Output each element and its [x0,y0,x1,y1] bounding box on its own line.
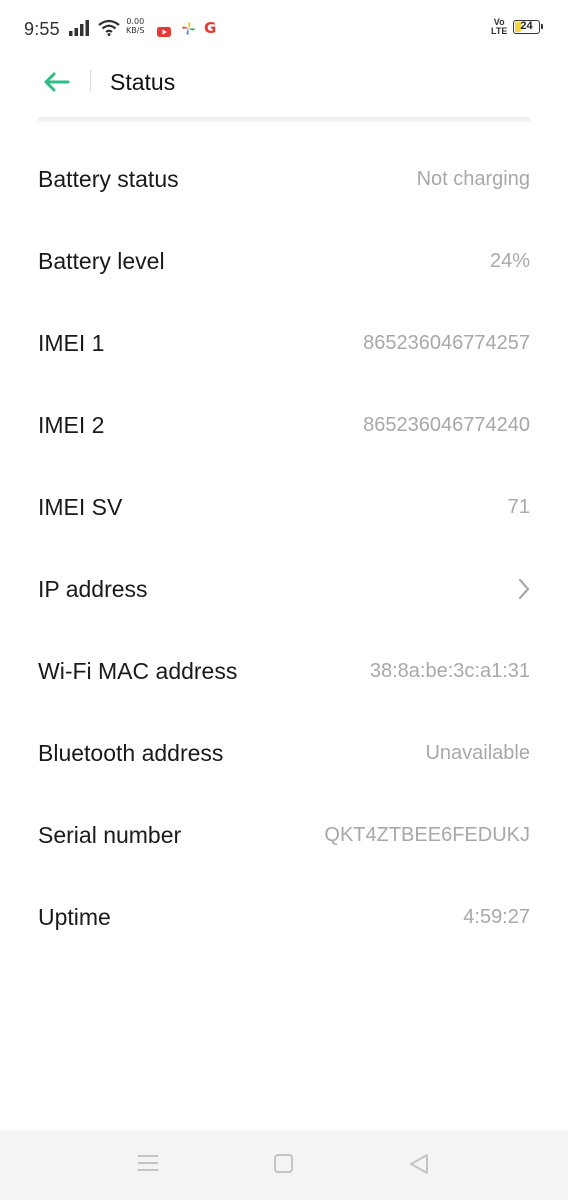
signal-icon [69,20,91,41]
row-value: 4:59:27 [463,905,530,928]
navigation-bar [0,1130,568,1200]
page-title: Status [110,69,176,95]
row-label: IMEI 1 [38,329,105,356]
volte-indicator: Vo LTE [491,18,507,36]
row-imei-sv: IMEI SV 71 [0,466,568,548]
row-label: Battery status [38,165,179,192]
row-value: 865236046774257 [363,331,530,354]
row-value: 71 [507,495,530,518]
header-divider [90,70,91,92]
row-imei-2: IMEI 2 865236046774240 [0,384,568,466]
row-value: 38:8a:be:3c:a1:31 [369,659,530,682]
row-value: Unavailable [425,741,530,764]
app-header: Status [0,58,568,108]
volte-line2: LTE [491,26,508,36]
status-list: Battery status Not charging Battery leve… [0,138,568,958]
back-button[interactable] [36,64,76,100]
row-label: IMEI 2 [38,411,105,438]
network-speed-value: 0.00 [126,17,145,26]
row-battery-status: Battery status Not charging [0,138,568,220]
row-label: Uptime [38,903,111,930]
status-time: 9:55 [24,19,60,39]
row-bluetooth-address: Bluetooth address Unavailable [0,712,568,794]
row-wifi-mac-address: Wi-Fi MAC address 38:8a:be:3c:a1:31 [0,630,568,712]
home-icon[interactable] [273,1153,295,1180]
row-label: Bluetooth address [38,739,224,766]
row-value: QKT4ZTBEE6FEDUKJ [324,823,530,846]
row-label: Battery level [38,247,165,274]
row-label: IP address [38,575,148,602]
row-value: Not charging [416,167,530,190]
header-separator [38,117,530,122]
chevron-right-icon [518,578,530,605]
battery-percent: 24 [520,20,533,32]
back-icon[interactable] [408,1153,430,1180]
status-bar: 9:55 0.00 KB/S G Vo LTE 24 [0,0,568,58]
battery-icon: 24 [513,20,543,34]
network-speed-unit: KB/S [126,26,145,35]
menu-icon[interactable] [137,1153,159,1178]
row-serial-number: Serial number QKT4ZTBEE6FEDUKJ [0,794,568,876]
row-uptime: Uptime 4:59:27 [0,876,568,958]
row-value: 865236046774240 [363,413,530,436]
network-speed: 0.00 KB/S [126,17,145,35]
row-ip-address[interactable]: IP address [0,548,568,630]
arrow-left-icon [44,72,70,92]
row-label: IMEI SV [38,493,123,520]
row-label: Wi-Fi MAC address [38,657,238,684]
wifi-icon [98,19,120,41]
pinwheel-icon [181,21,196,41]
youtube-icon [157,24,171,42]
row-value: 24% [489,249,530,272]
row-battery-level: Battery level 24% [0,220,568,302]
google-icon: G [204,19,217,37]
row-imei-1: IMEI 1 865236046774257 [0,302,568,384]
row-label: Serial number [38,821,182,848]
